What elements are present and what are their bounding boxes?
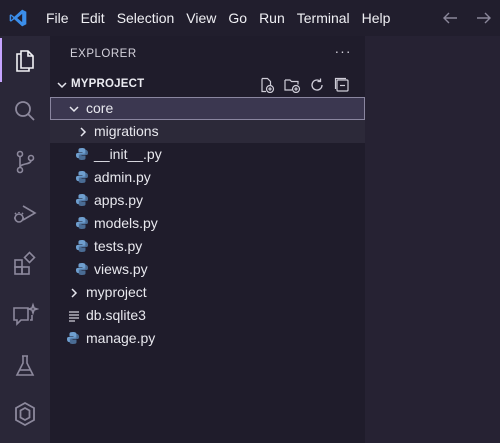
menu-terminal[interactable]: Terminal bbox=[291, 0, 356, 36]
text-file-icon bbox=[68, 309, 80, 327]
tree-item-label: manage.py bbox=[86, 330, 156, 346]
menu-view[interactable]: View bbox=[180, 0, 222, 36]
python-file-icon bbox=[75, 262, 89, 281]
tree-file-db[interactable]: db.sqlite3 bbox=[50, 304, 365, 327]
chat-icon[interactable] bbox=[0, 291, 50, 339]
source-control-icon[interactable] bbox=[0, 138, 50, 186]
chevron-down-icon bbox=[68, 102, 80, 120]
explorer-sidebar: EXPLORER ··· MYPROJECT core migrations _… bbox=[50, 36, 365, 443]
tree-folder-core[interactable]: core bbox=[50, 97, 365, 120]
more-actions-button[interactable]: ··· bbox=[333, 44, 353, 62]
menu-go[interactable]: Go bbox=[222, 0, 253, 36]
tree-item-label: tests.py bbox=[94, 238, 143, 254]
new-file-icon[interactable] bbox=[258, 76, 276, 94]
menu-file[interactable]: File bbox=[40, 0, 75, 36]
tree-item-label: core bbox=[86, 100, 114, 116]
python-file-icon bbox=[75, 216, 89, 235]
extensions-icon[interactable] bbox=[0, 240, 50, 288]
tree-file-admin[interactable]: admin.py bbox=[50, 166, 365, 189]
python-file-icon bbox=[66, 331, 80, 350]
tree-item-label: __init__.py bbox=[94, 146, 162, 162]
vscode-logo-icon bbox=[0, 0, 36, 36]
tree-folder-myproject[interactable]: myproject bbox=[50, 281, 365, 304]
tree-item-label: apps.py bbox=[94, 192, 144, 208]
tree-folder-migrations[interactable]: migrations bbox=[50, 120, 365, 143]
collapse-all-icon[interactable] bbox=[333, 76, 351, 94]
python-file-icon bbox=[75, 147, 89, 166]
tree-file-apps[interactable]: apps.py bbox=[50, 189, 365, 212]
remote-icon[interactable] bbox=[0, 390, 50, 438]
new-folder-icon[interactable] bbox=[283, 76, 301, 94]
title-bar: File Edit Selection View Go Run Terminal… bbox=[0, 0, 500, 36]
run-debug-icon[interactable] bbox=[0, 189, 50, 237]
editor-area bbox=[365, 36, 500, 443]
explorer-icon[interactable] bbox=[0, 36, 50, 84]
navigation-arrows bbox=[442, 0, 492, 36]
chevron-right-icon bbox=[77, 125, 89, 143]
menu-run[interactable]: Run bbox=[253, 0, 291, 36]
refresh-icon[interactable] bbox=[308, 76, 326, 94]
tree-item-label: myproject bbox=[86, 284, 147, 300]
tree-file-manage[interactable]: manage.py bbox=[50, 327, 365, 350]
python-file-icon bbox=[75, 170, 89, 189]
tree-item-label: views.py bbox=[94, 261, 148, 277]
chevron-right-icon bbox=[68, 286, 80, 304]
tree-file-models[interactable]: models.py bbox=[50, 212, 365, 235]
menu-help[interactable]: Help bbox=[356, 0, 397, 36]
tree-file-views[interactable]: views.py bbox=[50, 258, 365, 281]
tree-file-tests[interactable]: tests.py bbox=[50, 235, 365, 258]
tree-item-label: db.sqlite3 bbox=[86, 307, 146, 323]
forward-arrow-icon[interactable] bbox=[476, 11, 492, 25]
menu-edit[interactable]: Edit bbox=[75, 0, 111, 36]
tree-item-label: admin.py bbox=[94, 169, 151, 185]
search-icon[interactable] bbox=[0, 87, 50, 135]
python-file-icon bbox=[75, 239, 89, 258]
project-section-header[interactable]: MYPROJECT bbox=[50, 74, 365, 96]
python-file-icon bbox=[75, 193, 89, 212]
menu-bar: File Edit Selection View Go Run Terminal… bbox=[40, 0, 396, 36]
menu-selection[interactable]: Selection bbox=[111, 0, 181, 36]
tree-file-init[interactable]: __init__.py bbox=[50, 143, 365, 166]
section-actions bbox=[258, 76, 351, 94]
project-title: MYPROJECT bbox=[71, 78, 145, 90]
explorer-title: EXPLORER bbox=[70, 48, 137, 60]
tree-item-label: models.py bbox=[94, 215, 158, 231]
testing-icon[interactable] bbox=[0, 342, 50, 390]
activity-bar bbox=[0, 36, 50, 443]
tree-item-label: migrations bbox=[94, 123, 159, 139]
chevron-down-icon bbox=[56, 78, 68, 96]
back-arrow-icon[interactable] bbox=[442, 11, 458, 25]
